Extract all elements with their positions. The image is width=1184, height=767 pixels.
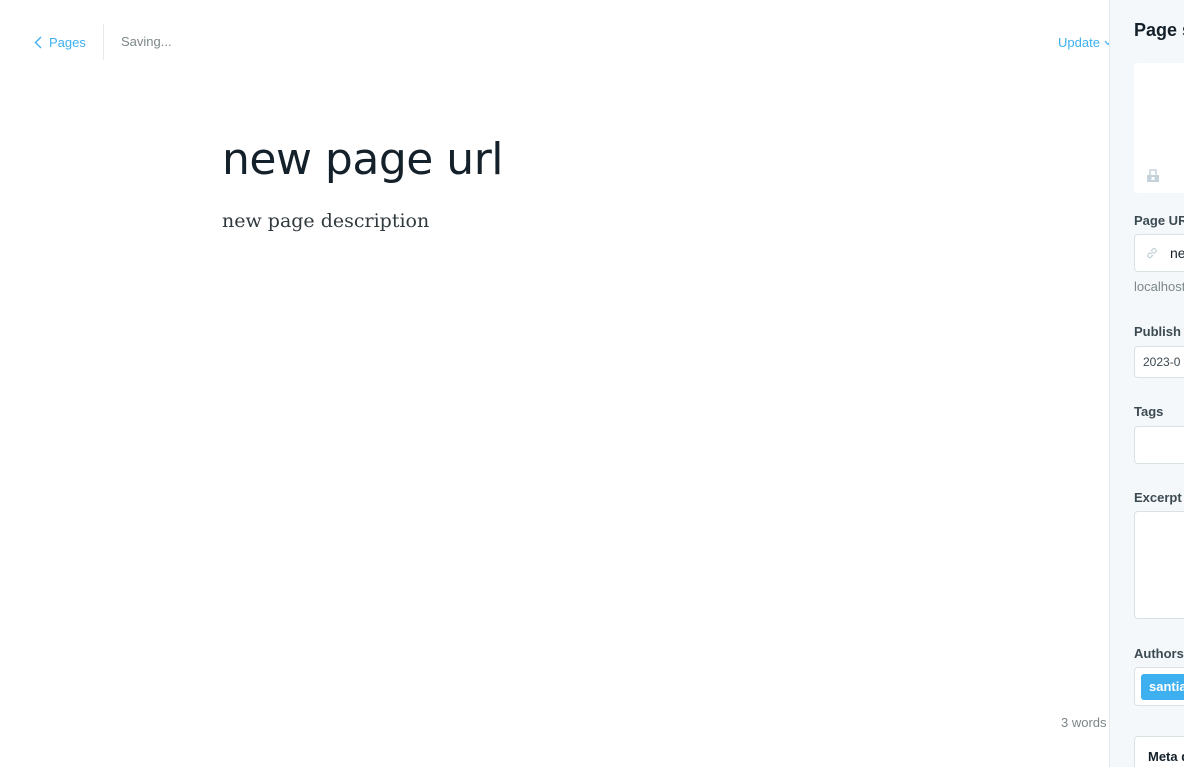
tags-label: Tags xyxy=(1134,404,1164,419)
meta-data-button[interactable]: Meta d xyxy=(1134,736,1184,767)
editor-area: Pages Saving... Update new page url new … xyxy=(0,0,1112,767)
page-body-editor[interactable]: new page description xyxy=(222,207,429,235)
update-button[interactable]: Update xyxy=(1058,35,1112,50)
word-count: 3 words xyxy=(1061,715,1107,730)
chevron-left-icon xyxy=(34,36,42,48)
back-to-pages-link[interactable]: Pages xyxy=(34,33,86,51)
excerpt-input[interactable] xyxy=(1134,511,1184,619)
page-url-value: ne xyxy=(1170,245,1184,261)
page-url-label: Page UR xyxy=(1134,213,1184,228)
author-chip[interactable]: santia xyxy=(1141,674,1184,700)
page-url-input[interactable]: ne xyxy=(1134,234,1184,272)
image-upload-icon xyxy=(1147,169,1159,182)
authors-input[interactable]: santia xyxy=(1134,667,1184,706)
page-title-input[interactable]: new page url xyxy=(222,130,504,190)
publish-date-value: 2023-0 xyxy=(1143,355,1181,369)
publish-date-label: Publish d xyxy=(1134,324,1184,339)
excerpt-label: Excerpt xyxy=(1134,490,1182,505)
page-url-hint: localhost xyxy=(1134,279,1184,294)
page-settings-panel: Page s Page UR ne localhost Publish d 20… xyxy=(1109,0,1184,767)
meta-data-label: Meta d xyxy=(1148,749,1184,764)
panel-title: Page s xyxy=(1134,20,1184,40)
tags-input[interactable] xyxy=(1134,426,1184,464)
authors-label: Authors xyxy=(1134,646,1184,661)
link-icon xyxy=(1147,247,1157,259)
back-label: Pages xyxy=(49,34,86,50)
feature-image-upload[interactable] xyxy=(1134,63,1184,193)
topbar-divider xyxy=(103,24,104,60)
save-status: Saving... xyxy=(121,34,172,49)
publish-date-input[interactable]: 2023-0 xyxy=(1134,346,1184,378)
update-label: Update xyxy=(1058,35,1100,50)
